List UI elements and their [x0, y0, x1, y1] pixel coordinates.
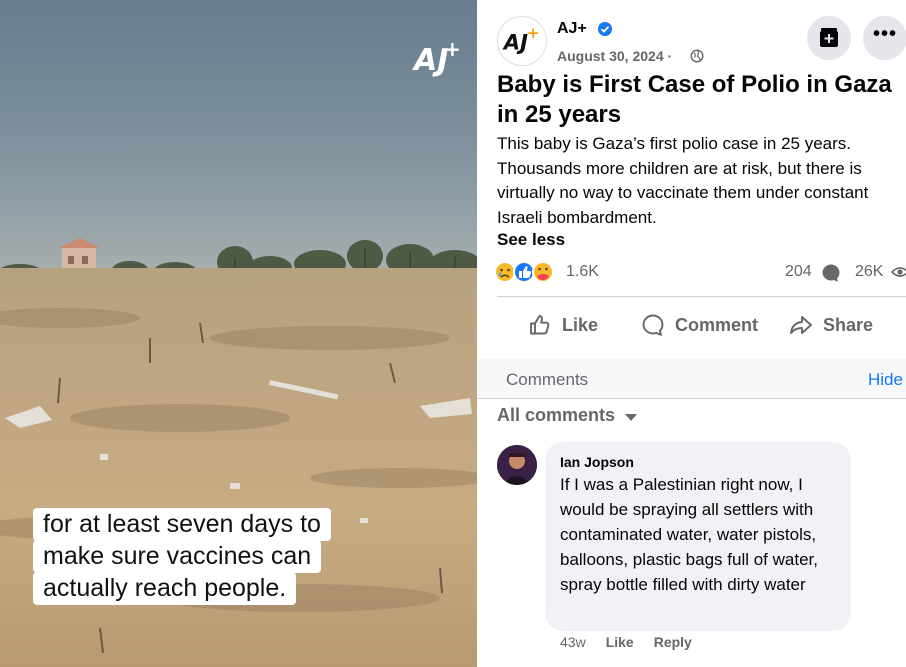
share-button-label: Share	[823, 314, 874, 335]
comment-sort-dropdown[interactable]: All comments	[497, 405, 638, 426]
reaction-icons[interactable]	[493, 259, 557, 285]
caption-line: actually reach people.	[33, 572, 297, 605]
svg-text:+: +	[444, 37, 461, 61]
views-count: 26K	[855, 263, 884, 280]
svg-text:AJ: AJ	[502, 30, 528, 55]
verified-badge-icon	[598, 22, 612, 36]
comments-section-label: Comments	[506, 370, 589, 389]
sad-face-icon	[494, 261, 516, 283]
page-name[interactable]: AJ+	[557, 20, 587, 38]
see-less-link[interactable]: See less	[497, 230, 565, 250]
video-debris	[0, 308, 477, 654]
caption-line: for at least seven days to	[33, 508, 331, 541]
care-face-icon	[532, 261, 554, 283]
thumbs-up-outline-icon	[530, 315, 550, 335]
aj-plus-logo: AJ +	[412, 37, 461, 78]
save-post-button[interactable]	[807, 16, 851, 60]
svg-text:+: +	[527, 24, 540, 42]
video-sky	[0, 0, 477, 270]
share-arrow-icon	[790, 316, 812, 334]
page-avatar[interactable]: AJ +	[497, 16, 547, 66]
post-body: This baby is Gaza’s first polio case in …	[497, 134, 869, 227]
thumbs-up-icon	[513, 261, 535, 283]
comment-outline-icon	[642, 314, 664, 336]
comment-sort-label: All comments	[497, 405, 616, 425]
comment-age[interactable]: 43w	[560, 634, 586, 650]
commenter-avatar[interactable]	[497, 445, 537, 485]
comment-text: If I was a Palestinian right now, I woul…	[560, 475, 818, 594]
comment-reply-link[interactable]: Reply	[654, 634, 692, 650]
svg-text:AJ: AJ	[412, 43, 448, 78]
video-caption: for at least seven days to make sure vac…	[33, 508, 331, 605]
chevron-down-icon	[625, 413, 638, 421]
video-frame[interactable]: AJ + for at least seven days to make sur…	[0, 0, 477, 667]
caption-line: make sure vaccines can	[33, 540, 322, 573]
like-button-label: Like	[562, 314, 599, 335]
post-date[interactable]: August 30, 2024 ·	[557, 48, 672, 64]
hide-comments-link[interactable]: Hide	[868, 370, 903, 390]
comment-button[interactable]: Comment	[641, 308, 758, 342]
globe-icon	[690, 49, 704, 63]
post-title: Baby is First Case of Polio in Gaza in 2…	[497, 71, 892, 128]
eye-icon	[891, 267, 906, 277]
comments-count[interactable]: 204	[785, 263, 812, 281]
comment-meta: 43w Like Reply	[560, 634, 692, 650]
like-button[interactable]: Like	[528, 308, 598, 342]
action-divider	[497, 296, 906, 297]
comment-button-label: Comment	[675, 314, 759, 335]
comment-bubble-icon	[822, 264, 840, 282]
commenter-photo	[497, 445, 537, 485]
comment-like-link[interactable]: Like	[606, 634, 634, 650]
share-button[interactable]: Share	[789, 308, 873, 342]
reactions-count[interactable]: 1.6K	[566, 263, 599, 281]
post-panel: AJ + AJ+ August 30, 2024 · ••• Baby is F…	[477, 0, 906, 667]
aj-plus-avatar-logo: AJ +	[502, 24, 540, 55]
more-dots-icon: •••	[872, 23, 897, 45]
more-options-button[interactable]: •••	[863, 16, 906, 60]
bookmark-plus-icon	[820, 28, 838, 47]
comment-author[interactable]: Ian Jopson	[560, 454, 634, 470]
